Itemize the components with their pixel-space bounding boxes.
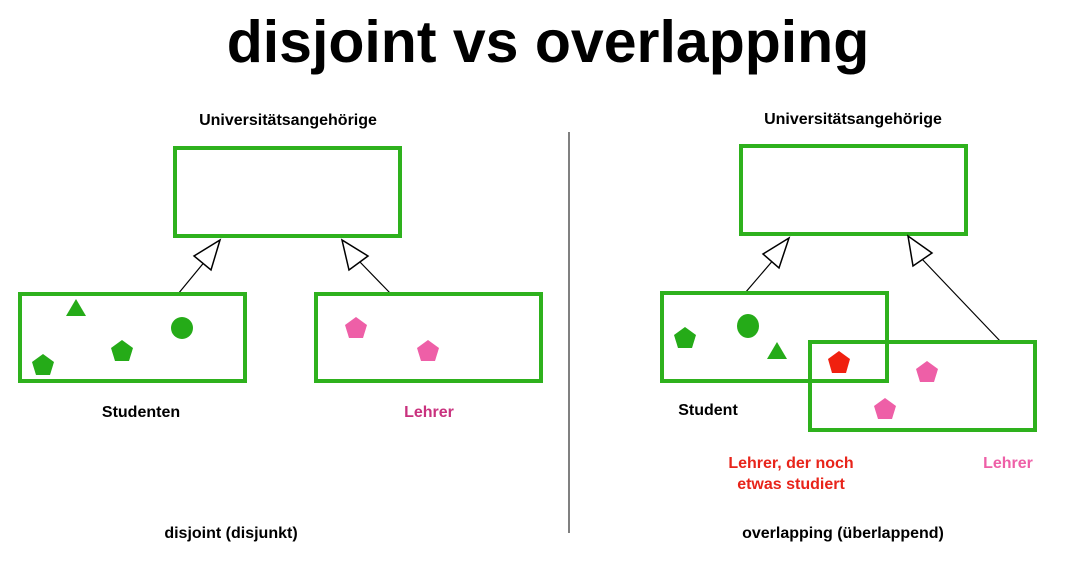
left-inheritance-line-2 xyxy=(358,260,392,295)
pentagon-icon xyxy=(417,340,439,361)
left-student-box xyxy=(18,292,247,383)
left-superclass-box xyxy=(173,146,402,238)
pentagon-icon xyxy=(916,361,938,382)
overlap-label-line-2: etwas studiert xyxy=(737,476,845,493)
right-inheritance-line-1 xyxy=(744,257,776,294)
right-inheritance-line-2 xyxy=(920,257,1002,343)
right-inheritance-arrowhead-2 xyxy=(906,234,934,268)
disjoint-vs-overlapping-diagram: disjoint vs overlapping Universitätsange… xyxy=(18,9,1037,542)
pentagon-icon xyxy=(674,327,696,348)
left-inheritance-line-1 xyxy=(177,259,207,295)
right-superclass-box xyxy=(739,144,968,236)
right-student-label: Student xyxy=(678,402,738,419)
pentagon-icon xyxy=(111,340,133,361)
pentagon-icon xyxy=(32,354,54,375)
right-caption: overlapping (überlappend) xyxy=(742,525,944,542)
page-title: disjoint vs overlapping xyxy=(227,9,870,75)
left-inheritance-arrowhead-1 xyxy=(192,238,222,272)
left-caption: disjoint (disjunkt) xyxy=(164,525,297,542)
overlap-label-line-1: Lehrer, der noch xyxy=(728,455,853,472)
right-teacher-label: Lehrer xyxy=(983,455,1033,472)
overlapping-panel: Universitätsangehörige Student Lehrer Le… xyxy=(660,111,1037,542)
circle-icon xyxy=(171,317,193,339)
triangle-icon xyxy=(66,299,86,316)
pentagon-icon xyxy=(828,351,850,373)
right-superclass-label: Universitätsangehörige xyxy=(764,111,942,128)
triangle-icon xyxy=(767,342,787,359)
right-inheritance-arrowhead-1 xyxy=(761,236,791,270)
disjoint-panel: Universitätsangehörige Studenten Lehrer … xyxy=(18,112,543,542)
pentagon-icon xyxy=(345,317,367,338)
left-teacher-label: Lehrer xyxy=(404,404,454,421)
left-student-label: Studenten xyxy=(102,404,180,421)
circle-icon xyxy=(737,314,759,338)
pentagon-icon xyxy=(874,398,896,419)
left-superclass-label: Universitätsangehörige xyxy=(199,112,377,129)
right-student-box xyxy=(660,291,889,383)
